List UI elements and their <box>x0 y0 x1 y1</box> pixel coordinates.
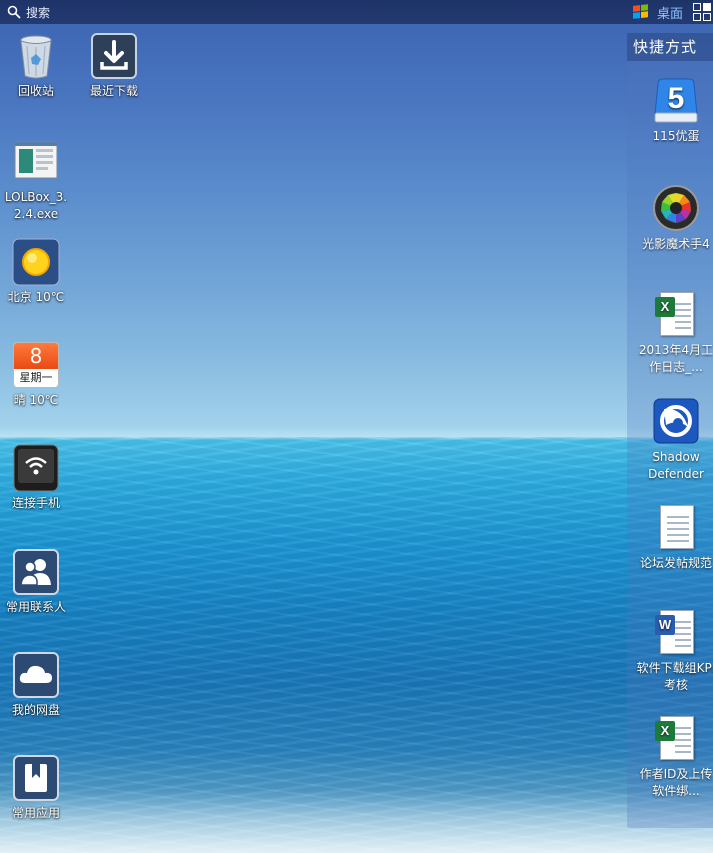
desktop-icon-recycle-bin[interactable]: 回收站 <box>1 32 71 100</box>
shortcut-label: Shadow Defender <box>648 450 704 481</box>
phone-wifi-icon <box>12 444 60 492</box>
bookmark-app-icon <box>12 754 60 802</box>
shortcut-label: 115优蛋 <box>652 129 700 143</box>
desktop-icon-lolbox[interactable]: LOLBox_3.2.4.exe <box>1 138 71 223</box>
desktop-icon-calendar[interactable]: 8 星期一 晴 10℃ <box>1 341 71 409</box>
shortcut-kpi-doc[interactable]: W 软件下载组KPI考核 <box>634 608 713 694</box>
grid-view-icon[interactable] <box>693 3 711 21</box>
sun-weather-icon <box>12 238 60 286</box>
word-file-icon: W <box>652 608 700 656</box>
search-icon <box>7 5 21 19</box>
word-badge: W <box>655 615 675 635</box>
desktop-icon-recent-downloads[interactable]: 最近下载 <box>79 32 149 100</box>
excel-file-icon: X <box>652 290 700 338</box>
lolbox-app-icon <box>12 138 60 186</box>
camera-lens-icon <box>652 184 700 232</box>
recycle-bin-icon <box>12 32 60 80</box>
calendar-icon: 8 星期一 <box>12 341 60 389</box>
excel-badge: X <box>655 297 675 317</box>
desktop-icon-label: 常用联系人 <box>5 600 66 614</box>
shadow-defender-icon <box>652 397 700 445</box>
text-file-icon <box>652 503 700 551</box>
excel-badge: X <box>655 721 675 741</box>
top-bar: 搜索 桌面 <box>0 0 713 24</box>
shortcut-nikon-camera[interactable]: 光影魔术手4 <box>634 184 713 253</box>
contacts-icon <box>12 548 60 596</box>
desktop-icon-weather[interactable]: 北京 10℃ <box>1 238 71 306</box>
search-box[interactable]: 搜索 <box>0 0 50 24</box>
shortcut-shadow-defender[interactable]: Shadow Defender <box>634 397 713 483</box>
shortcut-work-log-xls[interactable]: X 2013年4月工作日志_... <box>634 290 713 376</box>
download-icon <box>90 32 138 80</box>
desktop-icon-common-apps[interactable]: 常用应用 <box>1 754 71 822</box>
shortcut-label: 作者ID及上传软件绑... <box>639 767 713 798</box>
windows-logo-icon <box>632 4 649 20</box>
desktop-icon-label: LOLBox_3.2.4.exe <box>4 190 68 221</box>
calendar-weekday: 星期一 <box>19 371 53 384</box>
shortcut-label: 软件下载组KPI考核 <box>636 661 713 692</box>
shortcut-label: 论坛发帖规范 <box>639 556 712 570</box>
desktop-icon-label: 晴 10℃ <box>13 393 59 407</box>
shortcut-label: 光影魔术手4 <box>642 237 710 251</box>
shortcut-115[interactable]: 5 115优蛋 <box>634 76 713 145</box>
desktop-icon-label: 回收站 <box>17 84 54 98</box>
115-drive-icon: 5 <box>652 76 700 124</box>
shortcut-label: 2013年4月工作日志_... <box>638 343 713 374</box>
surf-foam <box>0 790 713 853</box>
desktop-icon-contacts[interactable]: 常用联系人 <box>1 548 71 616</box>
shortcut-forum-rules[interactable]: 论坛发帖规范 <box>634 503 713 572</box>
search-label: 搜索 <box>26 5 51 20</box>
desktop-icon-label: 我的网盘 <box>11 703 60 717</box>
desktop-icon-cloud-drive[interactable]: 我的网盘 <box>1 651 71 719</box>
desktop-icon-label: 最近下载 <box>89 84 138 98</box>
115-logo-text: 5 <box>668 82 685 115</box>
shortcut-panel-title: 快捷方式 <box>627 33 713 61</box>
desktop-icon-label: 北京 10℃ <box>7 290 65 304</box>
desktop-icon-connect-phone[interactable]: 连接手机 <box>1 444 71 512</box>
desktop-icon-label: 连接手机 <box>11 496 60 510</box>
calendar-date: 8 <box>14 343 58 369</box>
excel-file-icon: X <box>652 714 700 762</box>
cloud-drive-icon <box>12 651 60 699</box>
shortcut-author-id-xls[interactable]: X 作者ID及上传软件绑... <box>634 714 713 800</box>
desktop-icon-label: 常用应用 <box>11 806 60 820</box>
desktop-switch-link[interactable]: 桌面 <box>657 3 683 22</box>
